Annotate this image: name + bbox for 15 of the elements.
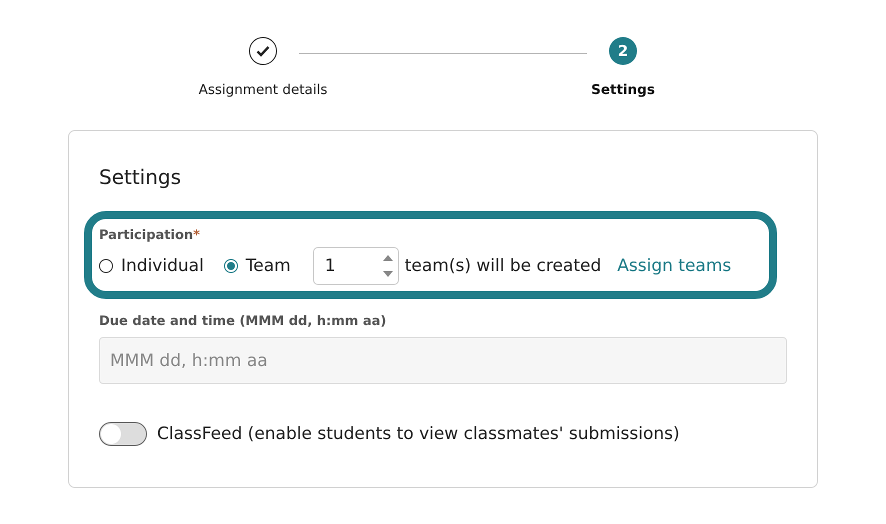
radio-option[interactable]: Team (224, 256, 291, 276)
field-label: Due date and time (MMM dd, h:mm aa) (99, 314, 388, 329)
toggle-label: ClassFeed (enable students to view classmates' submissions) (157, 424, 680, 444)
field-label: Participation* (99, 228, 201, 243)
toggle-switch[interactable] (99, 422, 147, 446)
step-label: Settings (591, 82, 655, 98)
step-number: 2 (609, 37, 637, 65)
card-title: Settings (99, 165, 182, 189)
step-check-icon (249, 37, 277, 65)
step-label: Assignment details (198, 82, 328, 98)
radio-option[interactable]: Individual (99, 256, 204, 276)
assign-teams-link[interactable]: Assign teams (617, 256, 732, 276)
team-count-text: team(s) will be created (404, 256, 602, 276)
number-field[interactable]: 1 (312, 247, 399, 285)
date-field[interactable]: MMM dd, h:mm aa (99, 337, 787, 384)
